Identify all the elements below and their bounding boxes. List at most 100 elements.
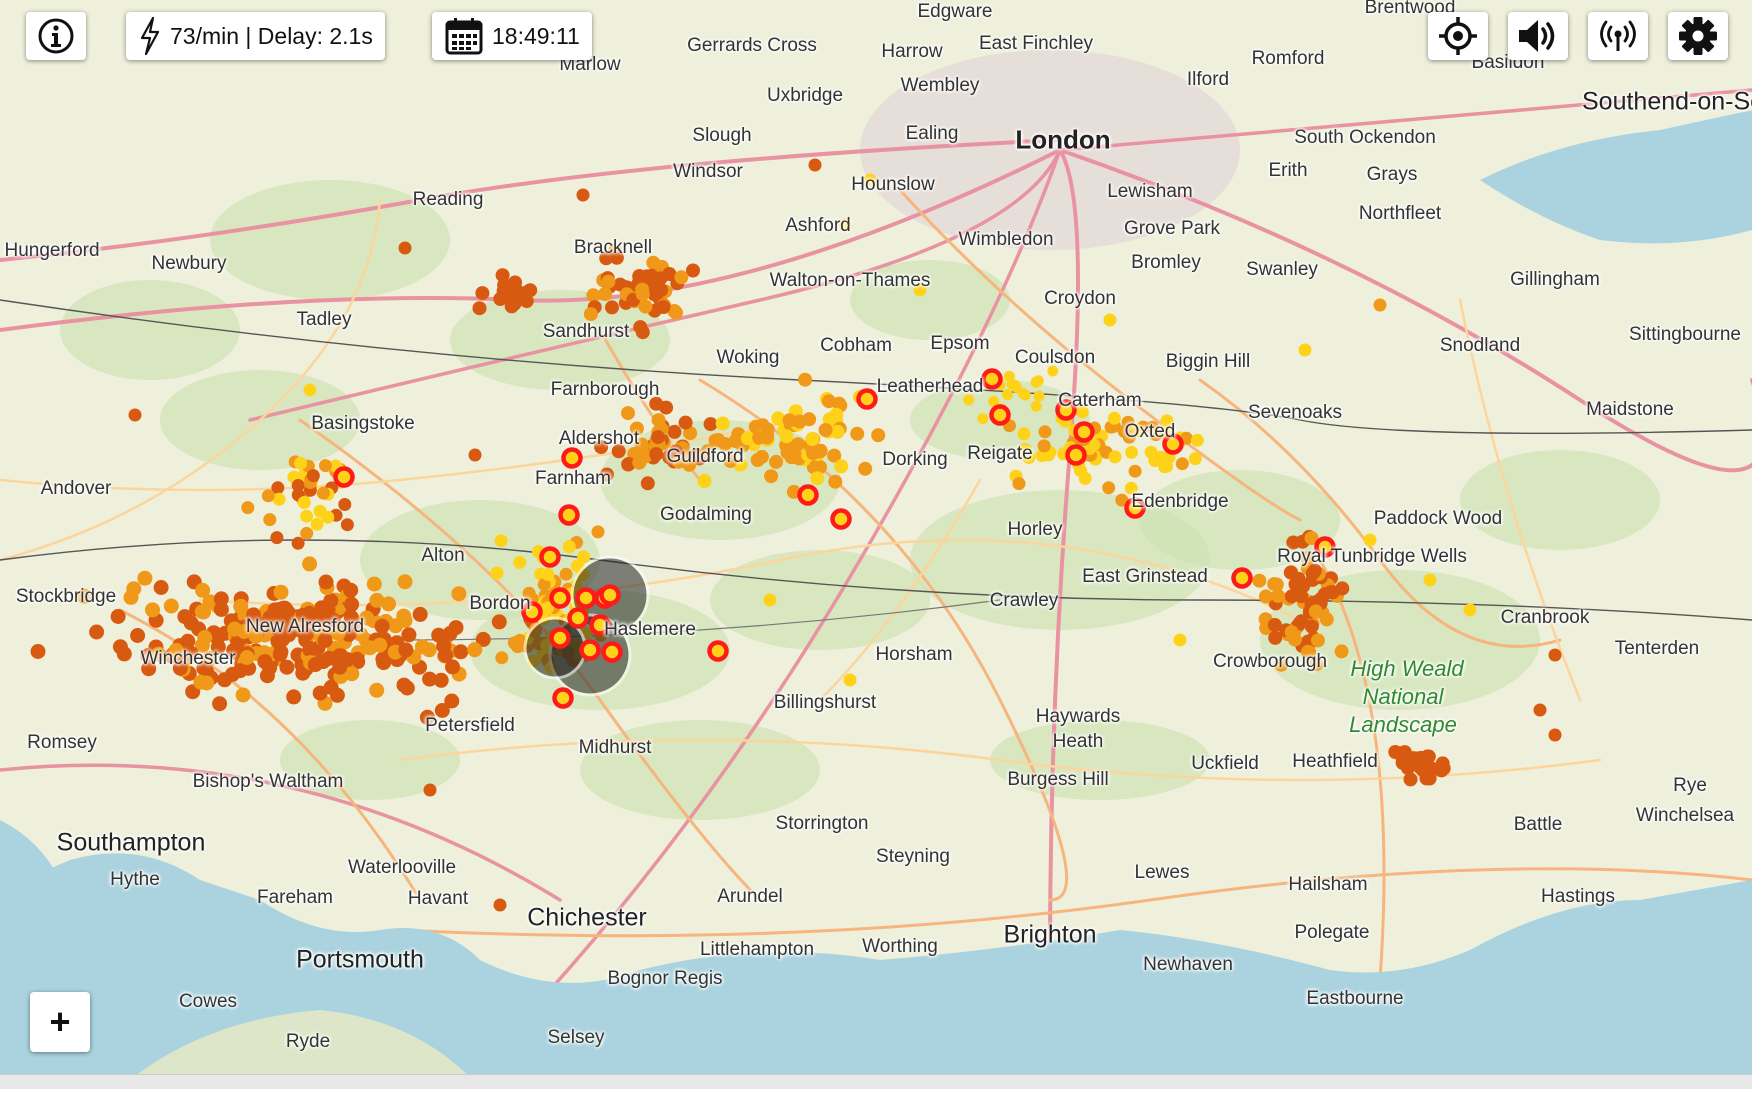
strike-dot [153,580,169,595]
strike-dot [306,469,320,483]
strike-dot [414,639,430,655]
strike-dot [1012,477,1026,491]
speaker-icon [1519,20,1555,52]
place-label: Ashford [785,215,851,236]
place-label: Royal Tunbridge Wells [1277,546,1467,567]
place-label: Winchester [140,648,236,669]
place-label: Leatherhead [876,376,984,397]
strike-dot [313,504,327,518]
place-label: Landscape [1349,712,1457,737]
strike-dot [1030,400,1042,412]
strike-dot [270,531,284,545]
place-label: Eastbourne [1306,988,1404,1009]
place-label: Farnborough [550,379,660,400]
strike-dot [302,556,318,572]
strike-dot [513,555,527,569]
calendar-icon [445,18,483,55]
strike-dot [1436,761,1451,776]
live-strike [601,641,623,663]
place-label: Hythe [110,869,160,890]
strike-dot [562,540,576,554]
place-label: Northfleet [1358,203,1442,224]
strike-dot [760,428,775,443]
strike-dot [656,300,671,314]
live-strike [558,504,580,526]
place-label: Cowes [178,991,238,1012]
place-label: Windsor [673,161,743,182]
strike-dot [197,630,213,645]
time-panel[interactable]: 18:49:11 [432,12,592,60]
strike-dot [318,574,334,590]
place-label: Dorking [882,449,948,470]
strike-dot [263,513,277,527]
strike-dot [635,325,650,340]
place-label: Oxted [1124,421,1176,442]
settings-button[interactable] [1668,12,1728,60]
strike-dot [784,450,799,465]
place-label: Battle [1513,814,1563,835]
info-button[interactable] [26,12,86,60]
strike-dot [1308,604,1323,619]
strike-dot [217,672,233,688]
strike-dot [145,602,160,618]
strike-dot [1128,464,1142,478]
strike-dot [1017,427,1031,441]
place-label: Selsey [547,1027,605,1048]
woodland-area [1460,450,1660,550]
strike-dot [286,689,302,705]
strike-dot [1108,450,1122,464]
lightning-bolt-icon [140,16,160,56]
strike-dot [344,596,360,612]
strike-dot [493,898,507,912]
strike-dot [369,682,385,698]
strike-dot [1017,388,1029,399]
strike-dot [294,456,308,470]
strike-dot [559,567,573,581]
bottom-scrollbar[interactable] [0,1074,1752,1089]
place-label: Tenterden [1614,638,1700,659]
locate-button[interactable] [1428,12,1488,60]
place-label: East Grinstead [1082,566,1208,587]
strike-dot [321,650,337,666]
map-canvas[interactable] [0,0,1752,1088]
strike-rate-panel[interactable]: 73/min | Delay: 2.1s [126,12,385,60]
strike-dot [212,696,228,712]
strike-dot [319,459,332,473]
place-label: Cranbrook [1500,607,1590,628]
woodland-area [60,280,240,380]
strike-dot [1284,589,1299,604]
strike-dot [340,652,356,668]
strike-dot [329,687,345,703]
place-label: Uxbridge [766,85,844,106]
place-label: Hastings [1541,886,1615,907]
zoom-in-button[interactable]: + [30,992,90,1052]
strike-dot [858,461,873,476]
strike-dot [520,284,535,299]
strike-dot [279,659,295,675]
strike-dot [763,593,777,607]
strike-dot [1033,390,1045,402]
place-label: Reigate [967,443,1033,464]
live-strike [539,546,561,568]
strike-dot [798,372,813,387]
live-strike [579,639,601,661]
place-label: Epsom [930,333,990,354]
strike-dot [1001,389,1013,401]
signal-button[interactable] [1588,12,1648,60]
strike-dot [1413,760,1428,775]
lightning-map[interactable]: Edgware Brentwood Gerrards Cross Harrow East… [0,0,1752,1088]
place-label: Woking [716,347,780,368]
strike-dot [494,534,508,548]
live-strike [333,466,355,488]
strike-dot [750,453,765,467]
place-label: Bognor Regis [607,968,723,989]
place-label: Harrow [881,41,943,62]
sound-button[interactable] [1508,12,1568,60]
strike-dot [257,654,273,670]
strike-dot [697,474,712,488]
strike-dot [233,598,249,614]
strike-dot [850,426,865,441]
place-label: Hungerford [4,240,100,261]
place-label: East Finchley [978,33,1094,54]
place-label: Maidstone [1586,399,1674,420]
